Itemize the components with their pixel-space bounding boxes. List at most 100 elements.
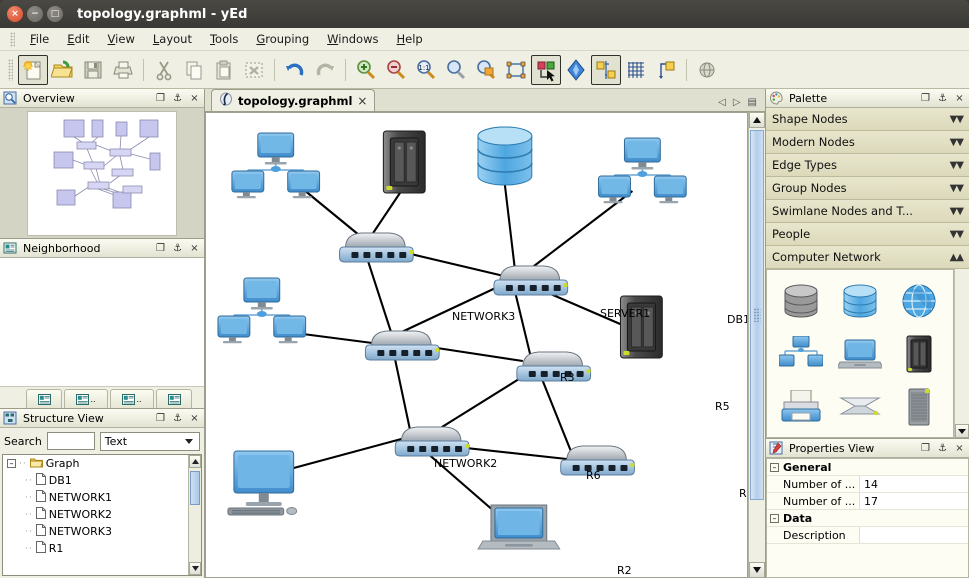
properties-group-general[interactable]: – General — [767, 459, 968, 476]
structure-pin-button[interactable]: ⚓ — [171, 412, 184, 425]
menu-view[interactable]: View — [99, 30, 144, 48]
save-icon[interactable] — [78, 55, 108, 85]
toolbar-drag-grip[interactable] — [8, 59, 13, 81]
properties-table[interactable]: – General Number of ... 14 Number of ...… — [766, 458, 969, 578]
search-filter-select[interactable]: Text — [100, 432, 200, 451]
window-close-button[interactable]: × — [7, 6, 23, 22]
server-rack-icon[interactable] — [890, 327, 949, 380]
zoom-fit-icon[interactable] — [441, 55, 471, 85]
zoom-actual-icon[interactable]: 1:1 — [411, 55, 441, 85]
tree-row-network2[interactable]: ·· NETWORK2 — [3, 506, 201, 523]
delete-icon[interactable] — [239, 55, 269, 85]
properties-float-button[interactable]: ❐ — [919, 442, 932, 455]
tree-row-root[interactable]: – ·· Graph — [3, 455, 201, 472]
property-value[interactable]: 17 — [859, 493, 968, 509]
property-row-node-count[interactable]: Number of ... 14 — [767, 476, 968, 493]
globe-icon[interactable] — [692, 55, 722, 85]
undo-icon[interactable] — [280, 55, 310, 85]
palette-pin-button[interactable]: ⚓ — [936, 92, 949, 105]
tree-row-network1[interactable]: ·· NETWORK1 — [3, 489, 201, 506]
database-gray-icon[interactable] — [771, 274, 830, 327]
structure-scrollbar[interactable] — [188, 455, 201, 575]
palette-items-grid[interactable] — [766, 269, 954, 438]
tree-row-r1[interactable]: ·· R1 — [3, 540, 201, 557]
menu-file[interactable]: File — [21, 30, 58, 48]
group-collapse-toggle[interactable]: – — [770, 514, 779, 523]
edit-mode-icon[interactable] — [531, 55, 561, 85]
neighborhood-tab-3[interactable]: .. — [110, 389, 154, 408]
move-mode-icon[interactable] — [561, 55, 591, 85]
tree-row-db1[interactable]: ·· DB1 — [3, 472, 201, 489]
menu-edit[interactable]: Edit — [58, 30, 98, 48]
canvas-scroll-thumb[interactable] — [750, 130, 764, 500]
label-icon[interactable] — [651, 55, 681, 85]
paste-icon[interactable] — [209, 55, 239, 85]
scanner-icon[interactable] — [830, 380, 889, 433]
neighborhood-panel[interactable]: .. .. — [0, 258, 204, 408]
window-minimize-button[interactable]: − — [27, 6, 43, 22]
menu-grouping[interactable]: Grouping — [247, 30, 318, 48]
overview-float-button[interactable]: ❐ — [154, 92, 167, 105]
fit-selection-icon[interactable] — [501, 55, 531, 85]
print-icon[interactable] — [108, 55, 138, 85]
open-folder-icon[interactable] — [48, 55, 78, 85]
palette-scrollbar[interactable] — [954, 269, 969, 438]
tree-expand-toggle[interactable]: – — [7, 459, 16, 468]
palette-section-edge-types[interactable]: Edge Types ▼▼ — [766, 154, 969, 177]
palette-section-swimlane-nodes[interactable]: Swimlane Nodes and T... ▼▼ — [766, 200, 969, 223]
network-icon[interactable] — [771, 327, 830, 380]
overview-pin-button[interactable]: ⚓ — [171, 92, 184, 105]
zoom-out-icon[interactable] — [381, 55, 411, 85]
properties-pin-button[interactable]: ⚓ — [936, 442, 949, 455]
neighborhood-pin-button[interactable]: ⚓ — [171, 242, 184, 255]
neighborhood-tab-1[interactable] — [26, 389, 62, 408]
grid-icon[interactable] — [621, 55, 651, 85]
new-document-icon[interactable] — [18, 55, 48, 85]
canvas-scroll-down-icon[interactable] — [749, 562, 765, 578]
zoom-in-icon[interactable] — [351, 55, 381, 85]
palette-section-people[interactable]: People ▼▼ — [766, 223, 969, 246]
menu-help[interactable]: Help — [387, 30, 431, 48]
scroll-down-arrow-icon[interactable] — [189, 562, 201, 575]
canvas-vertical-scrollbar[interactable] — [748, 112, 765, 578]
neighborhood-close-button[interactable]: × — [188, 242, 201, 255]
tree-row-network3[interactable]: ·· NETWORK3 — [3, 523, 201, 540]
menu-tools[interactable]: Tools — [201, 30, 247, 48]
structure-tree[interactable]: – ·· Graph ·· DB1 — [2, 454, 202, 576]
palette-section-modern-nodes[interactable]: Modern Nodes ▼▼ — [766, 131, 969, 154]
menu-windows[interactable]: Windows — [318, 30, 387, 48]
switch-tower-icon[interactable] — [890, 380, 949, 433]
document-tab-topology[interactable]: topology.graphml × — [211, 89, 375, 111]
laptop-icon[interactable] — [830, 327, 889, 380]
redo-icon[interactable] — [310, 55, 340, 85]
graph-canvas[interactable]: NETWORK3 SERVER1 DB1 NETWORK1 R3 R5 NETW… — [205, 112, 748, 578]
group-collapse-toggle[interactable]: – — [770, 463, 779, 472]
snapline-icon[interactable] — [591, 55, 621, 85]
printer-icon[interactable] — [771, 380, 830, 433]
overview-thumbnail[interactable] — [27, 111, 177, 236]
neighborhood-tab-4[interactable] — [156, 389, 192, 408]
canvas-scroll-up-icon[interactable] — [749, 112, 765, 128]
database-blue-icon[interactable] — [830, 274, 889, 327]
cut-icon[interactable] — [149, 55, 179, 85]
property-row-description[interactable]: Description — [767, 527, 968, 544]
properties-close-button[interactable]: × — [953, 442, 966, 455]
palette-section-shape-nodes[interactable]: Shape Nodes ▼▼ — [766, 108, 969, 131]
neighborhood-tab-2[interactable]: .. — [64, 389, 108, 408]
palette-section-group-nodes[interactable]: Group Nodes ▼▼ — [766, 177, 969, 200]
structure-float-button[interactable]: ❐ — [154, 412, 167, 425]
palette-section-computer-network[interactable]: Computer Network ▲▲ — [766, 246, 969, 269]
structure-close-button[interactable]: × — [188, 412, 201, 425]
document-tab-close-icon[interactable]: × — [357, 94, 367, 108]
scroll-up-arrow-icon[interactable] — [189, 455, 201, 468]
property-row-edge-count[interactable]: Number of ... 17 — [767, 493, 968, 510]
copy-icon[interactable] — [179, 55, 209, 85]
tab-next-button[interactable]: ▷ — [733, 97, 741, 108]
property-value[interactable] — [859, 527, 968, 543]
property-value[interactable]: 14 — [859, 476, 968, 492]
menu-drag-grip[interactable] — [10, 32, 15, 47]
window-maximize-button[interactable]: □ — [47, 6, 63, 22]
menu-layout[interactable]: Layout — [144, 30, 201, 48]
tab-list-button[interactable]: ▤ — [748, 97, 757, 108]
globe-icon[interactable] — [890, 274, 949, 327]
